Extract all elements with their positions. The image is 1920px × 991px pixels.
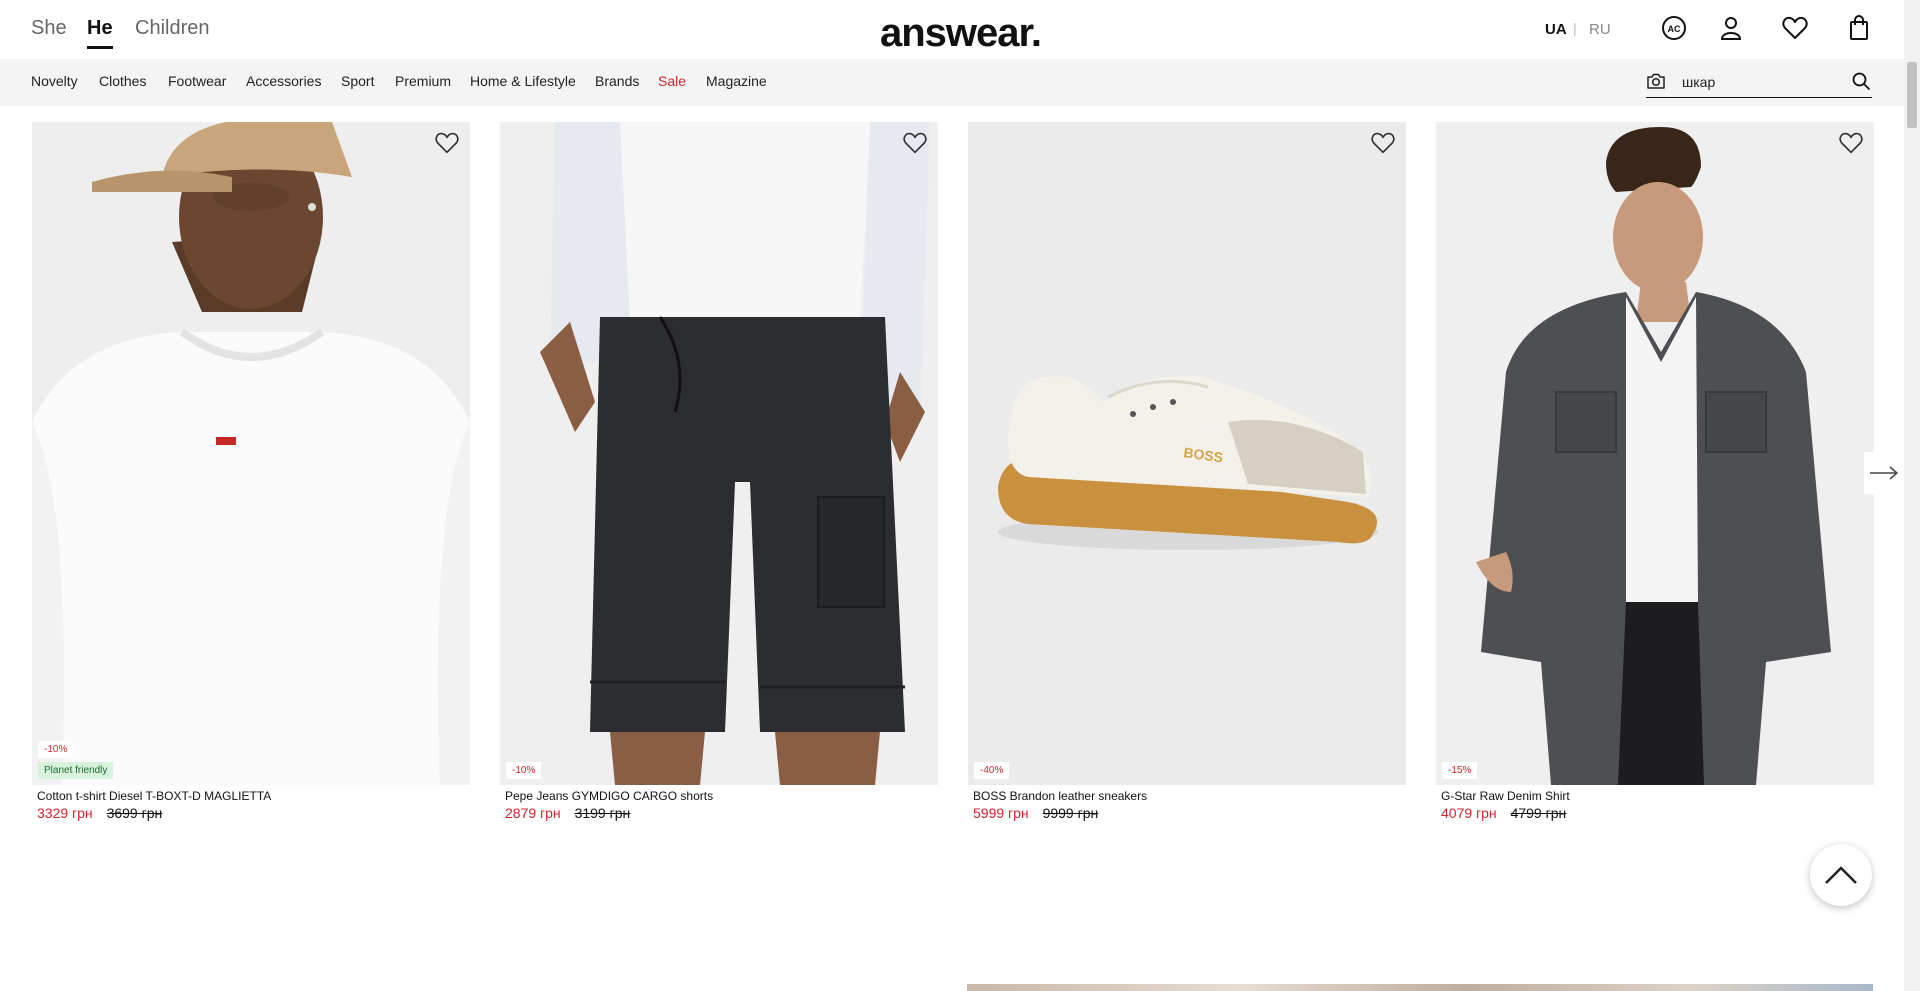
heart-outline-icon — [435, 132, 459, 154]
next-row-image-preview — [967, 984, 1873, 991]
language-ua[interactable]: UA — [1545, 21, 1567, 38]
product-prices: 3329 грн 3699 грн — [37, 805, 470, 821]
discount-badge: -10% — [38, 741, 74, 758]
search-icon[interactable] — [1851, 71, 1871, 91]
arrow-right-icon — [1870, 466, 1899, 480]
product-photo-shorts — [540, 122, 930, 785]
product-card[interactable]: -15% G-Star Raw Denim Shirt 4079 грн 479… — [1436, 122, 1874, 821]
nav-item-magazine[interactable]: Magazine — [706, 73, 767, 89]
heart-icon[interactable] — [1781, 14, 1809, 42]
nav-item-clothes[interactable]: Clothes — [99, 73, 146, 89]
original-price: 9999 грн — [1042, 805, 1099, 821]
nav-item-premium[interactable]: Premium — [395, 73, 451, 89]
discount-badge: -15% — [1442, 762, 1478, 779]
discount-badge: -40% — [974, 762, 1010, 779]
product-badges: -10% — [506, 762, 542, 779]
sale-price: 5999 грн — [973, 805, 1029, 821]
nav-item-novelty[interactable]: Novelty — [31, 73, 78, 89]
original-price: 4799 грн — [1510, 805, 1567, 821]
heart-outline-icon — [1839, 132, 1863, 154]
original-price: 3699 грн — [106, 805, 163, 821]
ac-club-icon-label: AC — [1668, 24, 1681, 34]
product-photo-sneakers: BOSS — [998, 375, 1378, 550]
user-icon[interactable] — [1717, 14, 1745, 42]
carousel-next-button[interactable] — [1864, 452, 1904, 494]
site-logo[interactable]: answear. — [880, 11, 1042, 56]
product-image[interactable]: -15% — [1436, 122, 1874, 785]
product-image[interactable]: -10% Planet friendly — [32, 122, 470, 785]
product-prices: 5999 грн 9999 грн — [973, 805, 1406, 821]
product-image[interactable]: BOSS -40% — [968, 122, 1406, 785]
product-name[interactable]: Pepe Jeans GYMDIGO CARGO shorts — [505, 789, 938, 803]
product-name[interactable]: G-Star Raw Denim Shirt — [1441, 789, 1874, 803]
nav-item-accessories[interactable]: Accessories — [246, 73, 321, 89]
gender-tab-he[interactable]: He — [87, 17, 113, 49]
add-to-wishlist-button[interactable] — [434, 130, 460, 156]
top-bar: She He Children answear. UA | RU AC — [0, 0, 1904, 59]
product-badges: -10% Planet friendly — [38, 741, 114, 779]
product-photo-denim-shirt — [1476, 127, 1831, 785]
product-image[interactable]: -10% — [500, 122, 938, 785]
add-to-wishlist-button[interactable] — [902, 130, 928, 156]
product-prices: 4079 грн 4799 грн — [1441, 805, 1874, 821]
product-badges: -40% — [974, 762, 1010, 779]
sale-price: 2879 грн — [505, 805, 561, 821]
add-to-wishlist-button[interactable] — [1838, 130, 1864, 156]
nav-item-sale[interactable]: Sale — [658, 73, 686, 89]
product-prices: 2879 грн 3199 грн — [505, 805, 938, 821]
shopping-bag-icon[interactable] — [1845, 14, 1873, 42]
page-scrollbar[interactable] — [1904, 0, 1920, 991]
search-box — [1646, 67, 1872, 98]
sale-price: 4079 грн — [1441, 805, 1497, 821]
product-name[interactable]: BOSS Brandon leather sneakers — [973, 789, 1406, 803]
discount-badge: -10% — [506, 762, 542, 779]
eco-badge: Planet friendly — [38, 762, 114, 779]
nav-item-footwear[interactable]: Footwear — [168, 73, 226, 89]
scroll-to-top-button[interactable] — [1810, 844, 1872, 906]
product-card[interactable]: -10% Planet friendly Cotton t-shirt Dies… — [32, 122, 470, 821]
language-separator: | — [1573, 20, 1577, 36]
product-badges: -15% — [1442, 762, 1478, 779]
search-input[interactable] — [1682, 70, 1832, 94]
heart-outline-icon — [1371, 132, 1395, 154]
nav-item-home-lifestyle[interactable]: Home & Lifestyle — [470, 73, 576, 89]
product-card[interactable]: -10% Pepe Jeans GYMDIGO CARGO shorts 287… — [500, 122, 938, 821]
heart-outline-icon — [903, 132, 927, 154]
original-price: 3199 грн — [574, 805, 631, 821]
add-to-wishlist-button[interactable] — [1370, 130, 1396, 156]
gender-tab-children[interactable]: Children — [135, 17, 209, 40]
product-photo-tshirt — [32, 122, 470, 785]
product-name[interactable]: Cotton t-shirt Diesel T-BOXT-D MAGLIETTA — [37, 789, 470, 803]
camera-icon[interactable] — [1646, 72, 1666, 90]
main-navigation: Novelty Clothes Footwear Accessories Spo… — [0, 59, 1904, 106]
nav-item-sport[interactable]: Sport — [341, 73, 374, 89]
sale-price: 3329 грн — [37, 805, 93, 821]
product-card[interactable]: BOSS -40% BOSS Brandon leather sneakers … — [968, 122, 1406, 821]
gender-tab-she[interactable]: She — [31, 17, 67, 40]
scrollbar-thumb[interactable] — [1907, 62, 1917, 128]
nav-item-brands[interactable]: Brands — [595, 73, 639, 89]
ac-club-icon[interactable]: AC — [1660, 14, 1688, 42]
language-ru[interactable]: RU — [1589, 21, 1611, 38]
chevron-up-icon — [1825, 866, 1857, 884]
